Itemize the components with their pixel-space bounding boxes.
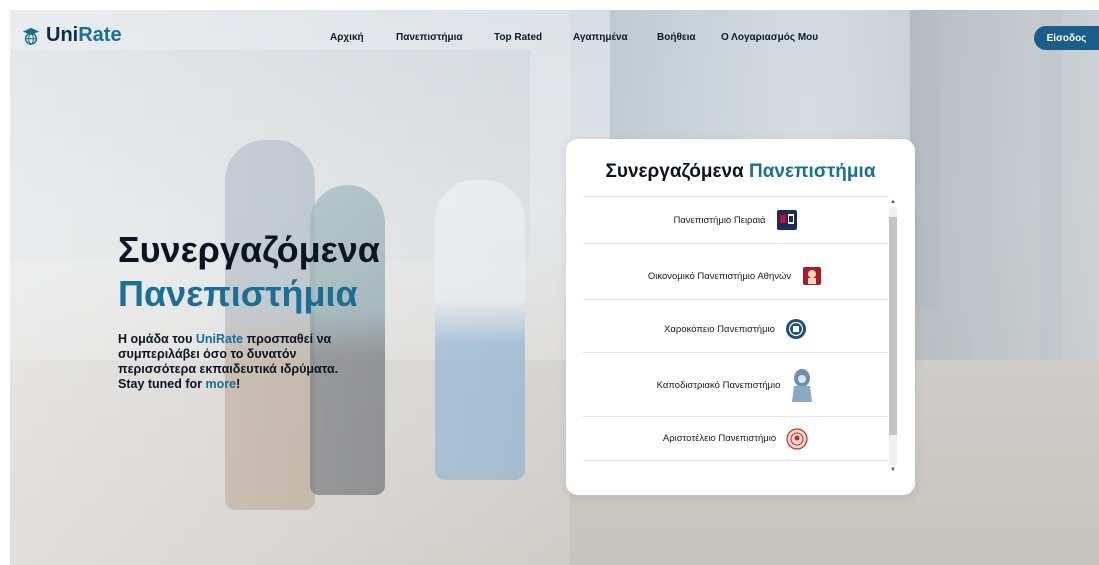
building-column: [970, 10, 992, 390]
university-name: Πανεπιστήμιο Πειραιά: [673, 214, 766, 226]
building-right: [910, 10, 1099, 390]
scroll-down-arrow-icon[interactable]: ▼: [889, 467, 897, 473]
list-item-university[interactable]: Καποδιστριακό Πανεπιστήμιο: [583, 355, 888, 417]
scroll-thumb[interactable]: [889, 217, 897, 435]
list-item-university[interactable]: Αριστοτέλειο Πανεπιστήμιο: [583, 417, 888, 461]
nav-link-help[interactable]: Βοήθεια: [657, 32, 696, 43]
list-item-university[interactable]: Χαροκόπειο Πανεπιστήμιο: [583, 306, 888, 353]
scroll-track[interactable]: [889, 207, 897, 465]
brand-name: UniRate: [46, 24, 122, 46]
nav-link-universities[interactable]: Πανεπιστήμια: [396, 32, 463, 43]
graduation-globe-icon: [22, 27, 40, 45]
nav-link-my-account[interactable]: Ο Λογαριασμός Μου: [721, 32, 818, 43]
nav-link-top-rated[interactable]: Top Rated: [494, 32, 542, 43]
auth-logo-icon: [786, 427, 808, 450]
list-item-university[interactable]: Πανεπιστήμιο Πειραιά: [583, 197, 888, 244]
card-title: Συνεργαζόμενα Πανεπιστήμια: [605, 161, 876, 182]
building-column: [1040, 10, 1062, 390]
login-button[interactable]: Είσοδος: [1034, 26, 1099, 50]
scroll-up-arrow-icon[interactable]: ▲: [889, 199, 897, 205]
more-link[interactable]: more: [206, 377, 237, 391]
brand-logo[interactable]: UniRate: [22, 24, 122, 47]
university-list[interactable]: Πανεπιστήμιο Πειραιά Οικονομικό Πανεπιστ…: [583, 196, 888, 466]
partner-universities-card: Συνεργαζόμενα Πανεπιστήμια Πανεπιστήμιο …: [566, 139, 915, 495]
piraeus-logo-icon: [776, 210, 797, 230]
list-scrollbar[interactable]: ▲ ▼: [888, 199, 898, 473]
university-name: Χαροκόπειο Πανεπιστήμιο: [664, 323, 775, 335]
top-navbar: UniRate Αρχική Πανεπιστήμια Top Rated Αγ…: [10, 10, 1099, 66]
aueb-logo-icon: [803, 267, 822, 285]
uoa-logo-icon: [792, 368, 813, 402]
university-name: Αριστοτέλειο Πανεπιστήμιο: [662, 433, 777, 444]
hero-title-line2: Πανεπιστήμια: [118, 273, 358, 314]
hero-title: Συνεργαζόμενα Πανεπιστήμια: [118, 228, 380, 316]
nav-link-favorites[interactable]: Αγαπημένα: [573, 32, 628, 43]
harokopio-logo-icon: [785, 319, 806, 339]
university-name: Οικονομικό Πανεπιστήμιο Αθηνών: [647, 270, 792, 282]
hero-description: Η ομάδα του UniRate προσπαθεί να συμπερι…: [118, 332, 339, 391]
university-name: Καποδιστριακό Πανεπιστήμιο: [656, 380, 781, 391]
list-item-university[interactable]: Οικονομικό Πανεπιστήμιο Αθηνών: [583, 253, 888, 300]
nav-link-home[interactable]: Αρχική: [330, 32, 364, 43]
hero-title-line1: Συνεργαζόμενα: [118, 229, 380, 270]
